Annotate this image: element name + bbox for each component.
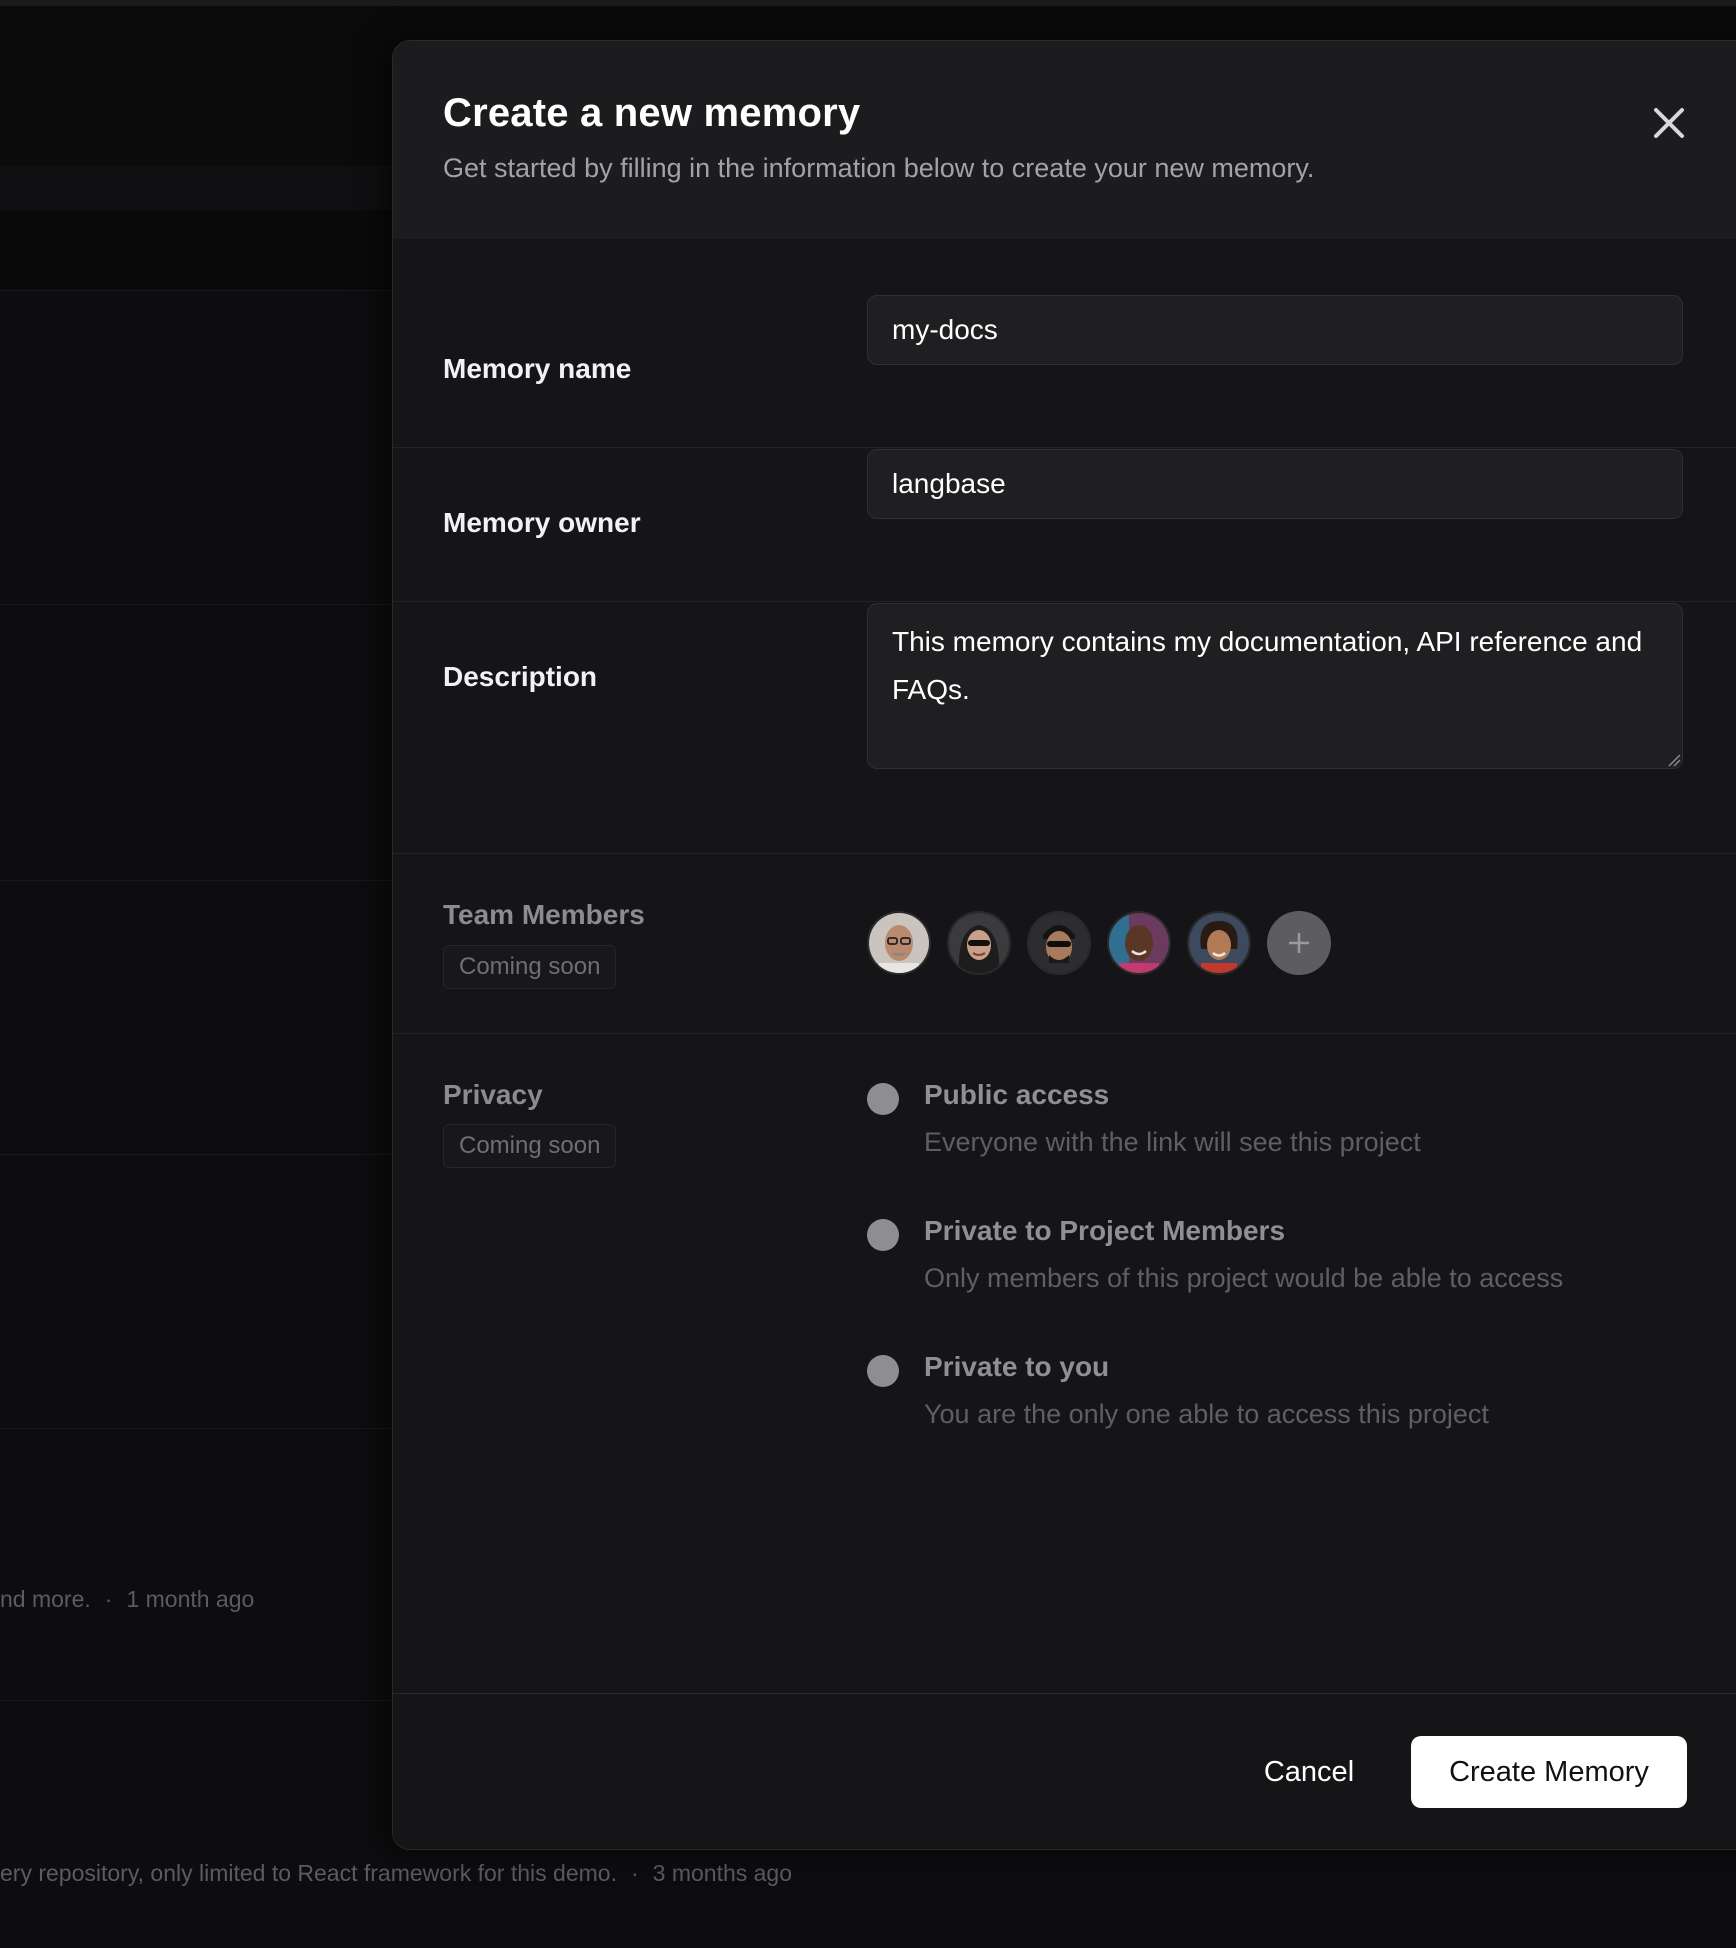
avatar-3-image (1029, 913, 1089, 973)
radio-button[interactable] (867, 1083, 899, 1115)
background-activity-1-time: 1 month ago (126, 1586, 255, 1612)
background-row (0, 290, 400, 605)
privacy-option-label: Public access (924, 1079, 1110, 1110)
radio-button[interactable] (867, 1355, 899, 1387)
separator-dot: · (630, 1860, 639, 1886)
background-row (0, 1154, 400, 1429)
background-activity-1-text: nd more. (0, 1586, 91, 1612)
background-activity-1: nd more. · 1 month ago (0, 1586, 254, 1613)
separator-dot: · (104, 1586, 113, 1612)
modal-title: Create a new memory (443, 91, 861, 135)
coming-soon-badge: Coming soon (443, 945, 617, 989)
privacy-option-description: Everyone with the link will see this pro… (924, 1127, 1421, 1157)
cancel-button[interactable]: Cancel (1233, 1736, 1385, 1808)
avatar[interactable] (1187, 911, 1251, 975)
privacy-option-description: Only members of this project would be ab… (924, 1263, 1564, 1293)
avatar-4-image (1109, 913, 1169, 973)
add-member-button[interactable] (1267, 911, 1331, 975)
background-activity-2-text: ery repository, only limited to React fr… (0, 1860, 617, 1886)
avatar-2-image (949, 913, 1009, 973)
avatar-1-image (869, 913, 929, 973)
memory-owner-label: Memory owner (443, 507, 641, 538)
avatar[interactable] (1107, 911, 1171, 975)
privacy-option-public[interactable]: Public access Everyone with the link wil… (867, 1079, 1687, 1179)
background-activity-2: ery repository, only limited to React fr… (0, 1860, 792, 1887)
modal-header: Create a new memory Get started by filli… (393, 41, 1736, 239)
privacy-label: Privacy (443, 1079, 543, 1110)
avatar-5-image (1189, 913, 1249, 973)
background-row (0, 604, 400, 881)
team-members-row: Team Members Coming soon (393, 853, 1736, 1034)
privacy-option-private[interactable]: Private to you You are the only one able… (867, 1351, 1687, 1451)
radio-button[interactable] (867, 1219, 899, 1251)
team-avatars (867, 911, 1331, 975)
privacy-option-label: Private to you (924, 1351, 1110, 1382)
modal-footer: Cancel Create Memory (393, 1693, 1736, 1849)
create-memory-button[interactable]: Create Memory (1411, 1736, 1687, 1808)
page: nd more. · 1 month ago ery repository, onl… (0, 0, 1736, 1948)
memory-name-label: Memory name (443, 353, 632, 384)
description-label: Description (443, 661, 598, 692)
background-row (0, 880, 400, 1155)
memory-name-input[interactable] (867, 295, 1683, 365)
avatar[interactable] (867, 911, 931, 975)
privacy-option-label: Private to Project Members (924, 1215, 1286, 1246)
team-members-label: Team Members (443, 899, 645, 930)
avatar[interactable] (947, 911, 1011, 975)
create-memory-modal: Create a new memory Get started by filli… (392, 40, 1736, 1850)
plus-icon (1289, 933, 1309, 953)
avatar[interactable] (1027, 911, 1091, 975)
privacy-row: Privacy Coming soon Public access Everyo… (393, 1033, 1736, 1693)
close-button[interactable] (1645, 99, 1693, 147)
coming-soon-badge: Coming soon (443, 1124, 617, 1168)
background-activity-2-time: 3 months ago (652, 1860, 793, 1886)
resize-grip-icon[interactable] (1667, 753, 1681, 767)
description-textarea[interactable]: This memory contains my documentation, A… (867, 603, 1683, 769)
background-row (0, 1428, 400, 1701)
privacy-option-project-members[interactable]: Private to Project Members Only members … (867, 1215, 1687, 1315)
modal-subtitle: Get started by filling in the informatio… (443, 153, 1315, 183)
background-row (0, 210, 400, 291)
close-icon (1654, 108, 1684, 138)
background-row (0, 166, 400, 211)
privacy-option-description: You are the only one able to access this… (924, 1399, 1489, 1429)
memory-owner-input[interactable] (867, 449, 1683, 519)
